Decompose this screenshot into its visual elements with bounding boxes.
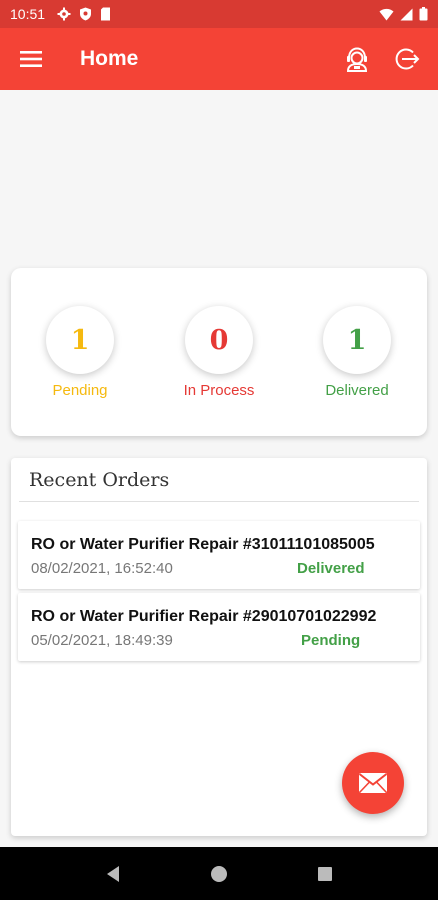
status-bar: 10:51 (0, 0, 438, 28)
stat-pending-label: Pending (52, 382, 108, 399)
app-bar: Home (0, 28, 438, 90)
customer-support-icon (346, 47, 368, 72)
recent-orders-heading: Recent Orders (19, 458, 419, 502)
logout-button[interactable] (390, 42, 424, 76)
shield-icon (80, 7, 92, 21)
wifi-icon (379, 8, 394, 20)
stat-in-process-label: In Process (183, 382, 255, 399)
signal-icon (400, 8, 413, 20)
back-icon[interactable] (104, 865, 122, 883)
battery-icon (419, 7, 428, 21)
order-datetime: 08/02/2021, 16:52:40 (31, 560, 173, 577)
support-button[interactable] (340, 42, 374, 76)
sim-card-icon (101, 7, 111, 21)
order-title: RO or Water Purifier Repair #31011101085… (31, 536, 375, 553)
stat-in-process-count: 0 (185, 306, 253, 374)
mail-icon (358, 773, 388, 794)
stat-delivered-label: Delivered (325, 382, 389, 399)
order-item[interactable]: RO or Water Purifier Repair #29010701022… (18, 593, 420, 661)
mail-fab-button[interactable] (342, 752, 404, 814)
menu-button[interactable] (0, 28, 62, 90)
stat-delivered[interactable]: 1 Delivered (292, 306, 422, 399)
order-status: Delivered (297, 560, 365, 577)
status-time: 10:51 (10, 6, 46, 22)
order-stats-card: 1 Pending 0 In Process 1 Delivered (11, 268, 427, 436)
order-status: Pending (301, 632, 361, 649)
home-icon[interactable] (210, 865, 228, 883)
stat-delivered-count: 1 (323, 306, 391, 374)
recents-icon[interactable] (316, 865, 334, 883)
stat-pending-count: 1 (46, 306, 114, 374)
order-title: RO or Water Purifier Repair #29010701022… (31, 608, 377, 625)
order-datetime: 05/02/2021, 18:49:39 (31, 632, 173, 649)
system-nav-bar (0, 847, 438, 900)
menu-icon (20, 51, 42, 67)
page-title: Home (80, 47, 139, 70)
stat-in-process[interactable]: 0 In Process (154, 306, 284, 399)
settings-icon (57, 7, 71, 21)
stat-pending[interactable]: 1 Pending (15, 306, 145, 399)
logout-icon (395, 48, 420, 70)
order-item[interactable]: RO or Water Purifier Repair #31011101085… (18, 521, 420, 589)
